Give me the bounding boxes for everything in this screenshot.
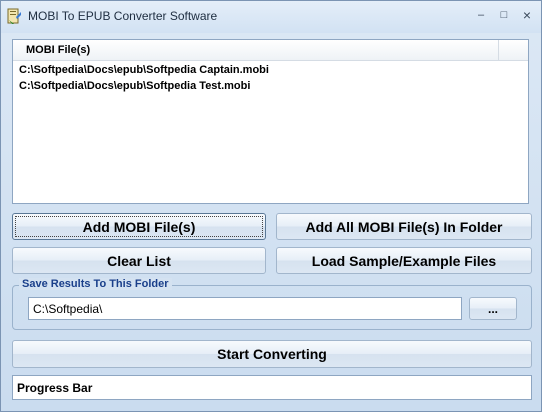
list-header: MOBI File(s) xyxy=(13,40,528,61)
load-samples-label: Load Sample/Example Files xyxy=(311,252,497,269)
save-folder-group-label: Save Results To This Folder xyxy=(19,278,172,290)
clear-list-button[interactable]: Clear List xyxy=(12,247,266,274)
file-list[interactable]: MOBI File(s) C:\Softpedia\Docs\epub\Soft… xyxy=(12,39,529,204)
start-converting-label: Start Converting xyxy=(217,346,327,362)
progress-bar-label: Progress Bar xyxy=(17,381,93,395)
add-all-in-folder-label: Add All MOBI File(s) In Folder xyxy=(305,218,503,235)
load-samples-button[interactable]: Load Sample/Example Files xyxy=(276,247,532,274)
progress-bar: Progress Bar xyxy=(12,375,532,400)
add-all-in-folder-button[interactable]: Add All MOBI File(s) In Folder xyxy=(276,213,532,240)
add-files-label: Add MOBI File(s) xyxy=(82,218,196,235)
clear-list-label: Clear List xyxy=(107,252,171,269)
app-window: MOBI To EPUB Converter Software – □ × MO… xyxy=(0,0,542,412)
list-item[interactable]: C:\Softpedia\Docs\epub\Softpedia Captain… xyxy=(19,62,269,78)
maximize-icon[interactable]: □ xyxy=(494,6,514,24)
column-header-mobi-files[interactable]: MOBI File(s) xyxy=(13,40,499,60)
browse-folder-button[interactable]: ... xyxy=(469,297,517,320)
save-folder-group: Save Results To This Folder ... xyxy=(12,278,532,330)
list-item[interactable]: C:\Softpedia\Docs\epub\Softpedia Test.mo… xyxy=(19,78,269,94)
window-title: MOBI To EPUB Converter Software xyxy=(28,9,218,23)
minimize-icon[interactable]: – xyxy=(471,6,491,24)
add-files-button[interactable]: Add MOBI File(s) xyxy=(12,213,266,240)
title-bar[interactable]: MOBI To EPUB Converter Software – □ × xyxy=(1,1,541,33)
save-folder-input[interactable] xyxy=(28,297,462,320)
file-rows: C:\Softpedia\Docs\epub\Softpedia Captain… xyxy=(19,62,269,94)
app-book-icon xyxy=(7,8,21,24)
close-icon[interactable]: × xyxy=(517,6,537,24)
browse-folder-label: ... xyxy=(487,301,498,316)
start-converting-button[interactable]: Start Converting xyxy=(12,340,532,368)
